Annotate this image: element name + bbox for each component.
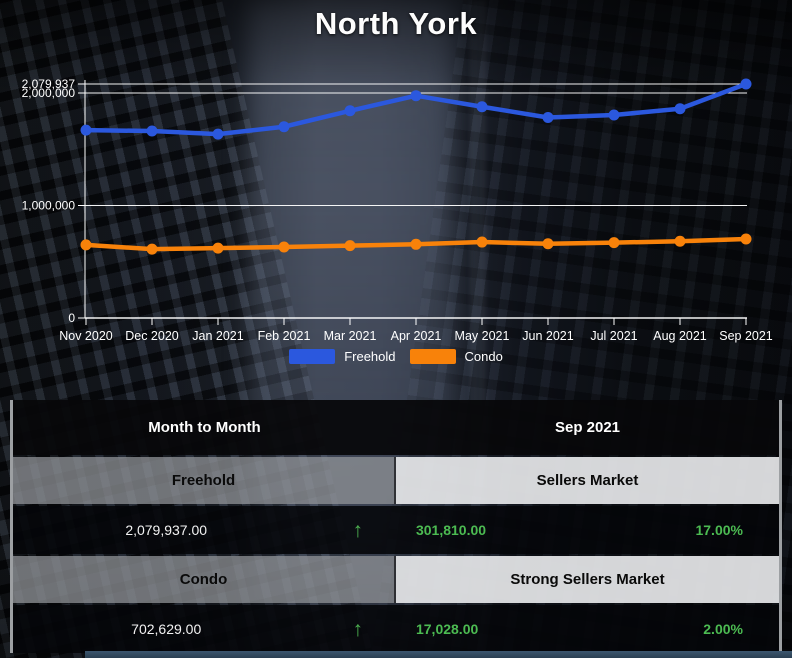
svg-text:2,000,000: 2,000,000 xyxy=(22,86,76,100)
svg-text:Sep 2021: Sep 2021 xyxy=(719,329,773,343)
condo-market-cell: Strong Sellers Market xyxy=(396,556,779,603)
freehold-trend-up-icon: ↑ xyxy=(352,518,363,542)
condo-change-percent: 2.00% xyxy=(703,621,743,637)
legend-item-freehold[interactable]: Freehold xyxy=(289,349,396,364)
condo-series-swatch xyxy=(409,349,456,364)
legend-label: Freehold xyxy=(344,349,396,364)
svg-text:Nov 2020: Nov 2020 xyxy=(59,329,113,343)
freehold-series-swatch xyxy=(289,349,336,364)
freehold-change-amount: 301,810.00 xyxy=(415,522,487,538)
price-trend-chart[interactable]: 2,079,9372,000,0001,000,0000Nov 2020 Dec … xyxy=(0,58,792,348)
market-report-page: North York 2,079,937 2,000,000 1,000,000 0 N… xyxy=(0,0,792,658)
freehold-market-cell: Sellers Market xyxy=(396,457,779,504)
page-title: North York xyxy=(314,6,478,41)
svg-text:Jan 2021: Jan 2021 xyxy=(192,329,243,343)
svg-text:Apr 2021: Apr 2021 xyxy=(391,329,442,343)
svg-text:May 2021: May 2021 xyxy=(455,329,510,343)
condo-trend-up-icon: ↑ xyxy=(352,617,363,641)
legend-label: Condo xyxy=(464,349,503,364)
table-header-row: Month to Month Sep 2021 xyxy=(13,400,779,455)
condo-label-row: Condo Strong Sellers Market xyxy=(13,556,779,603)
freehold-price: 2,079,937.00 xyxy=(125,522,208,538)
svg-text:Jun 2021: Jun 2021 xyxy=(522,329,573,343)
condo-value-row: 702,629.00 ↑ 17,028.00 2.00% xyxy=(13,605,779,653)
svg-text:Mar 2021: Mar 2021 xyxy=(324,329,377,343)
horizontal-scrollbar-thumb[interactable] xyxy=(85,651,792,658)
header-current-month: Sep 2021 xyxy=(554,419,621,436)
freehold-type-cell: Freehold xyxy=(13,457,396,504)
legend-item-condo[interactable]: Condo xyxy=(409,349,503,364)
svg-text:0: 0 xyxy=(68,311,75,325)
condo-price: 702,629.00 xyxy=(131,621,202,637)
month-to-month-table: Month to Month Sep 2021 Freehold Sellers… xyxy=(10,400,782,653)
svg-text:Jul 2021: Jul 2021 xyxy=(590,329,637,343)
svg-text:Dec 2020: Dec 2020 xyxy=(125,329,179,343)
condo-type-cell: Condo xyxy=(13,556,396,603)
freehold-change-percent: 17.00% xyxy=(695,522,743,538)
chart-legend: Freehold Condo xyxy=(0,349,792,364)
header-month-to-month: Month to Month xyxy=(148,419,261,436)
freehold-value-row: 2,079,937.00 ↑ 301,810.00 17.00% xyxy=(13,506,779,554)
svg-text:Aug 2021: Aug 2021 xyxy=(653,329,707,343)
svg-text:1,000,000: 1,000,000 xyxy=(22,198,76,212)
freehold-label-row: Freehold Sellers Market xyxy=(13,457,779,504)
svg-text:Feb 2021: Feb 2021 xyxy=(258,329,311,343)
condo-change-amount: 17,028.00 xyxy=(415,621,479,637)
